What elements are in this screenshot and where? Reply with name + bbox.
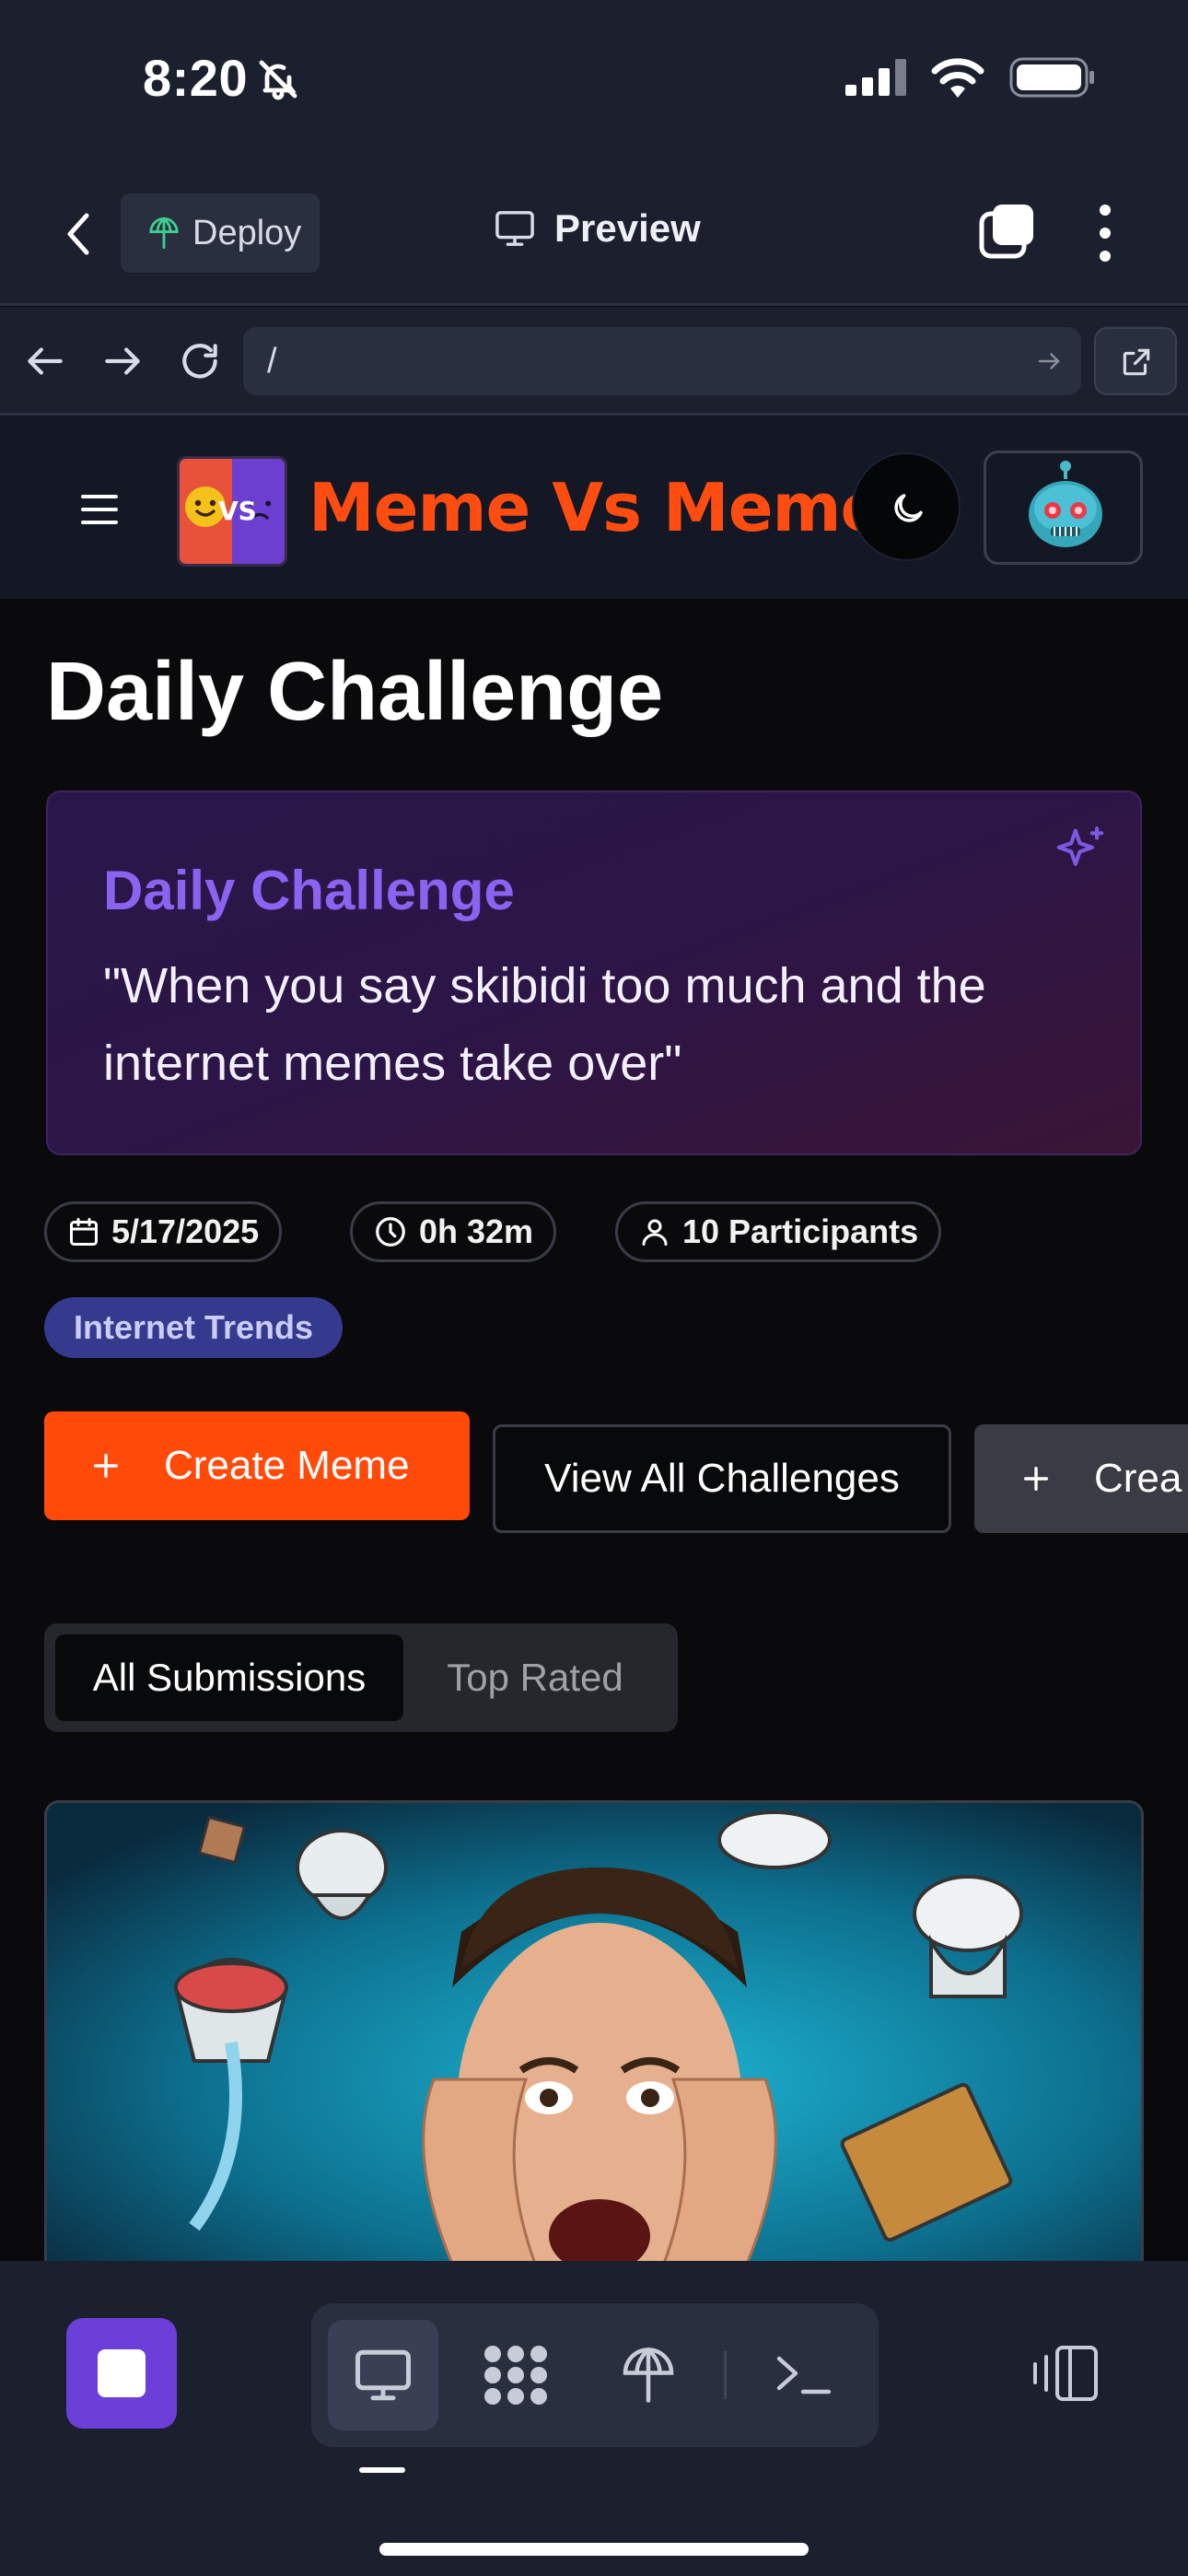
wifi-icon xyxy=(931,58,984,98)
deploy-view-button[interactable] xyxy=(593,2320,704,2430)
bottom-toolbar xyxy=(0,2261,1188,2576)
meme-submission-card[interactable] xyxy=(44,1800,1144,2261)
robot-avatar-icon xyxy=(1029,461,1102,547)
challenge-date: 5/17/2025 xyxy=(111,1212,260,1250)
category-tag[interactable]: Internet Trends xyxy=(44,1297,344,1358)
logo-vs-text: VS xyxy=(218,496,257,526)
signal-icon xyxy=(845,59,906,96)
view-all-challenges-button[interactable]: View All Challenges xyxy=(493,1424,951,1533)
site-title[interactable]: Meme Vs Meme xyxy=(309,469,885,546)
bell-slash-icon xyxy=(259,60,297,100)
battery-icon xyxy=(1009,57,1094,98)
toolbar-divider xyxy=(724,2351,727,2399)
panel-icon[interactable] xyxy=(1030,2344,1100,2403)
monitor-icon xyxy=(495,211,534,246)
open-external-button[interactable] xyxy=(1094,327,1177,395)
theme-toggle-button[interactable] xyxy=(852,452,961,561)
app-header: Deploy Preview xyxy=(0,166,1188,306)
plus-icon xyxy=(1023,1466,1049,1492)
sparkle-icon xyxy=(1056,826,1104,866)
url-text: / xyxy=(267,342,277,381)
arrow-right-icon[interactable] xyxy=(99,338,146,384)
user-avatar-button[interactable] xyxy=(984,451,1143,565)
plus-icon xyxy=(93,1453,119,1479)
deploy-button[interactable]: Deploy xyxy=(121,193,320,273)
stop-button[interactable] xyxy=(66,2318,177,2429)
create-meme-label: Create Meme xyxy=(164,1443,410,1488)
participant-count: 10 Participants xyxy=(682,1212,919,1250)
date-chip: 5/17/2025 xyxy=(44,1201,283,1262)
shocked-face-illustration xyxy=(422,1868,777,2261)
monitor-icon xyxy=(355,2349,411,2401)
create-challenge-button[interactable]: Crea xyxy=(974,1424,1188,1533)
participants-chip: 10 Participants xyxy=(615,1201,942,1262)
time-chip: 0h 32m xyxy=(350,1201,557,1262)
apps-view-button[interactable] xyxy=(460,2320,571,2430)
view-switcher xyxy=(311,2303,879,2447)
moon-icon xyxy=(894,494,923,522)
kebab-icon[interactable] xyxy=(1087,203,1124,263)
tab-all-submissions[interactable]: All Submissions xyxy=(55,1634,403,1721)
reload-icon[interactable] xyxy=(177,338,223,384)
clock-icon xyxy=(376,1217,405,1247)
menu-icon[interactable] xyxy=(79,493,120,526)
time-remaining: 0h 32m xyxy=(419,1212,534,1250)
deploy-label: Deploy xyxy=(192,213,302,252)
deploy-icon xyxy=(149,217,179,250)
terminal-icon xyxy=(776,2356,832,2395)
create-challenge-label: Crea xyxy=(1094,1456,1182,1501)
arrow-right-icon[interactable] xyxy=(1035,347,1063,375)
browser-bar: / xyxy=(0,307,1188,416)
create-meme-button[interactable]: Create Meme xyxy=(44,1411,470,1520)
preview-view-button[interactable] xyxy=(328,2320,438,2430)
card-heading: Daily Challenge xyxy=(103,860,515,921)
arrow-left-icon[interactable] xyxy=(22,338,68,384)
tabs-icon[interactable] xyxy=(978,203,1035,260)
tab-top-rated[interactable]: Top Rated xyxy=(403,1634,667,1721)
submission-tabs: All Submissions Top Rated xyxy=(44,1623,678,1732)
terminal-view-button[interactable] xyxy=(748,2320,858,2430)
challenge-card: Daily Challenge "When you say skibidi to… xyxy=(46,790,1142,1155)
view-all-label: View All Challenges xyxy=(544,1456,900,1501)
preview-tab[interactable]: Preview xyxy=(494,206,701,251)
active-view-indicator xyxy=(359,2467,405,2473)
status-time: 8:20 xyxy=(143,49,249,107)
challenge-prompt: "When you say skibidi too much and the i… xyxy=(103,958,986,1091)
apps-icon xyxy=(484,2346,547,2405)
deploy-icon xyxy=(623,2347,674,2403)
status-icons xyxy=(845,57,1096,98)
preview-label: Preview xyxy=(554,206,701,250)
external-link-icon xyxy=(1123,348,1150,376)
user-icon xyxy=(642,1219,668,1246)
page-title: Daily Challenge xyxy=(46,646,664,738)
site-header: VS Meme Vs Meme xyxy=(0,416,1188,599)
status-bar: 8:20 xyxy=(0,0,1188,166)
meme-image xyxy=(47,1803,1141,2261)
chevron-left-icon[interactable] xyxy=(55,206,101,262)
site-logo[interactable]: VS xyxy=(177,456,287,567)
url-input[interactable]: / xyxy=(243,327,1081,395)
calendar-icon xyxy=(70,1218,98,1246)
home-indicator xyxy=(379,2543,809,2556)
